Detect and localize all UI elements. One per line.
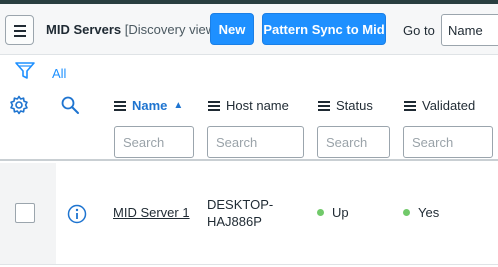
search-input-host-name[interactable]	[207, 126, 304, 158]
pattern-sync-button[interactable]: Pattern Sync to Mid	[262, 13, 386, 45]
column-menu-icon[interactable]	[114, 100, 126, 111]
list-header: MID Servers [Discovery view] New Pattern…	[0, 4, 498, 55]
host-name-line-1: DESKTOP-	[207, 197, 274, 212]
validated-indicator-dot	[403, 209, 410, 216]
filter-breadcrumb-row: All	[0, 55, 498, 89]
hamburger-menu-icon	[14, 25, 26, 27]
status-indicator-dot	[317, 209, 324, 216]
hamburger-menu-icon-bar	[14, 35, 26, 37]
column-menu-icon[interactable]	[208, 100, 220, 111]
column-header-validated[interactable]: Validated	[404, 98, 475, 113]
breadcrumb-all-link[interactable]: All	[52, 66, 66, 81]
host-name-line-2: HAJ886P	[207, 214, 262, 229]
page-title-text: MID Servers	[46, 22, 122, 37]
column-label-name: Name	[132, 98, 168, 113]
column-label-host-name: Host name	[226, 98, 289, 113]
column-menu-icon[interactable]	[404, 100, 416, 111]
row-select-cell	[0, 163, 56, 264]
filter-icon[interactable]	[14, 61, 36, 81]
row-checkbox[interactable]	[15, 203, 35, 223]
goto-field-select[interactable]: Name	[441, 14, 498, 46]
host-name-cell: DESKTOP- HAJ886P	[207, 196, 287, 230]
column-search-row	[0, 121, 498, 161]
column-header-host-name[interactable]: Host name	[208, 98, 289, 113]
list-menu-button[interactable]	[5, 15, 34, 45]
validated-value: Yes	[418, 205, 440, 220]
hamburger-menu-icon-bar	[14, 30, 26, 32]
gear-icon[interactable]	[9, 95, 29, 115]
goto-label: Go to	[403, 23, 435, 38]
view-name: [Discovery view]	[124, 22, 219, 37]
column-menu-icon[interactable]	[318, 100, 330, 111]
page-title: MID Servers [Discovery view]	[46, 22, 219, 37]
validated-cell: Yes	[403, 205, 439, 220]
table-row: MID Server 1 DESKTOP- HAJ886P Up Yes	[0, 163, 498, 265]
search-input-status[interactable]	[317, 126, 390, 158]
search-input-validated[interactable]	[403, 126, 493, 158]
column-header-status[interactable]: Status	[318, 98, 373, 113]
column-label-validated: Validated	[422, 98, 476, 113]
new-button[interactable]: New	[210, 13, 254, 45]
status-cell: Up	[317, 205, 349, 220]
column-header-row: Name ▲ Host name Status Validated	[0, 89, 498, 121]
column-label-status: Status	[336, 98, 373, 113]
sort-ascending-icon: ▲	[173, 100, 184, 111]
search-icon[interactable]	[60, 95, 80, 115]
column-header-name[interactable]: Name ▲	[114, 98, 183, 113]
status-value: Up	[332, 205, 349, 220]
mid-server-name-link[interactable]: MID Server 1	[113, 205, 190, 220]
search-input-name[interactable]	[114, 126, 194, 158]
info-icon[interactable]	[67, 204, 87, 224]
